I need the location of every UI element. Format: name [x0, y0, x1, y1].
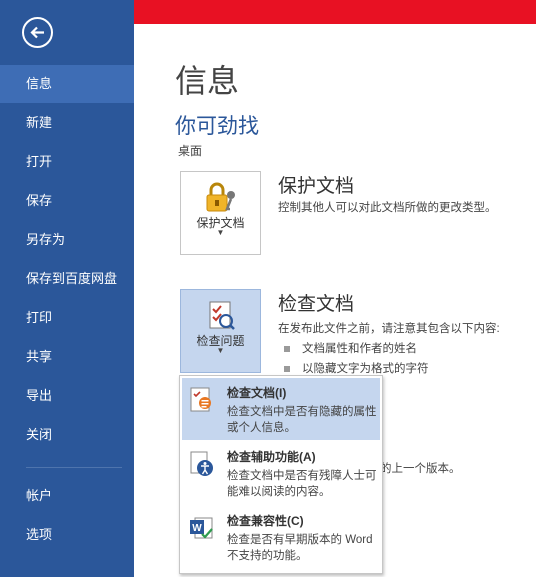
menu-item-check-compatibility[interactable]: W 检查兼容性(C) 检查是否有早期版本的 Word 不支持的功能。	[182, 506, 380, 568]
inspect-document-icon	[209, 301, 235, 330]
nav-export[interactable]: 导出	[0, 377, 134, 415]
bullet-text: 文档属性和作者的姓名	[302, 343, 417, 355]
protect-heading: 保护文档	[278, 176, 355, 197]
versions-description-partial: 的上一个版本。	[380, 463, 461, 475]
svg-text:W: W	[192, 523, 202, 534]
bullet-square-icon	[284, 345, 290, 352]
inspect-bullet: 文档属性和作者的姓名	[284, 340, 417, 356]
back-arrow-icon	[30, 26, 44, 39]
nav-save-baidu[interactable]: 保存到百度网盘	[0, 260, 134, 298]
menu-item-title: 检查兼容性(C)	[227, 514, 304, 528]
check-issues-button[interactable]: 检查问题 ▼	[180, 289, 261, 373]
chevron-down-icon: ▼	[216, 346, 225, 355]
inspect-heading: 检查文档	[278, 294, 355, 315]
nav-share[interactable]: 共享	[0, 338, 134, 376]
check-issues-menu: 检查文档(I) 检查文档中是否有隐藏的属性或个人信息。 检查辅助功能(A) 检查…	[179, 375, 383, 574]
menu-item-description: 检查文档中是否有残障人士可能难以阅读的内容。	[227, 470, 377, 498]
inspect-description: 在发布此文件之前，请注意其包含以下内容:	[278, 323, 500, 335]
nav-print[interactable]: 打印	[0, 299, 134, 337]
page-title: 信息	[175, 63, 240, 99]
nav-save-as[interactable]: 另存为	[0, 221, 134, 259]
menu-item-title: 检查文档(I)	[227, 386, 287, 400]
chevron-down-icon: ▼	[216, 228, 225, 237]
menu-item-title: 检查辅助功能(A)	[227, 450, 316, 464]
nav-close[interactable]: 关闭	[0, 416, 134, 454]
nav-account[interactable]: 帐户	[0, 477, 134, 515]
backstage-sidebar: 信息 新建 打开 保存 另存为 保存到百度网盘 打印 共享 导出 关闭 帐户 选…	[0, 0, 134, 577]
bullet-square-icon	[284, 365, 290, 372]
menu-item-inspect-document[interactable]: 检查文档(I) 检查文档中是否有隐藏的属性或个人信息。	[182, 378, 380, 440]
menu-item-description: 检查是否有早期版本的 Word 不支持的功能。	[227, 534, 373, 562]
document-path[interactable]: 桌面	[178, 142, 202, 159]
inspect-document-icon	[190, 387, 211, 412]
nav-divider	[26, 467, 122, 468]
nav-options[interactable]: 选项	[0, 516, 134, 554]
accessibility-icon	[190, 451, 213, 476]
nav-open[interactable]: 打开	[0, 143, 134, 181]
menu-item-description: 检查文档中是否有隐藏的属性或个人信息。	[227, 406, 377, 434]
bullet-text: 以隐藏文字为格式的字符	[302, 363, 429, 375]
nav-info[interactable]: 信息	[0, 65, 134, 103]
lock-key-icon	[206, 182, 235, 212]
protect-description: 控制其他人可以对此文档所做的更改类型。	[278, 202, 497, 214]
protect-document-button[interactable]: 保护文档 ▼	[180, 171, 261, 255]
nav-save[interactable]: 保存	[0, 182, 134, 220]
nav-new[interactable]: 新建	[0, 104, 134, 142]
title-bar	[134, 0, 536, 24]
inspect-bullet: 以隐藏文字为格式的字符	[284, 360, 429, 376]
back-button[interactable]	[22, 17, 53, 48]
menu-item-check-accessibility[interactable]: 检查辅助功能(A) 检查文档中是否有残障人士可能难以阅读的内容。	[182, 442, 380, 504]
document-title: 你可劲找	[175, 115, 259, 138]
word-compatibility-icon: W	[190, 517, 213, 539]
